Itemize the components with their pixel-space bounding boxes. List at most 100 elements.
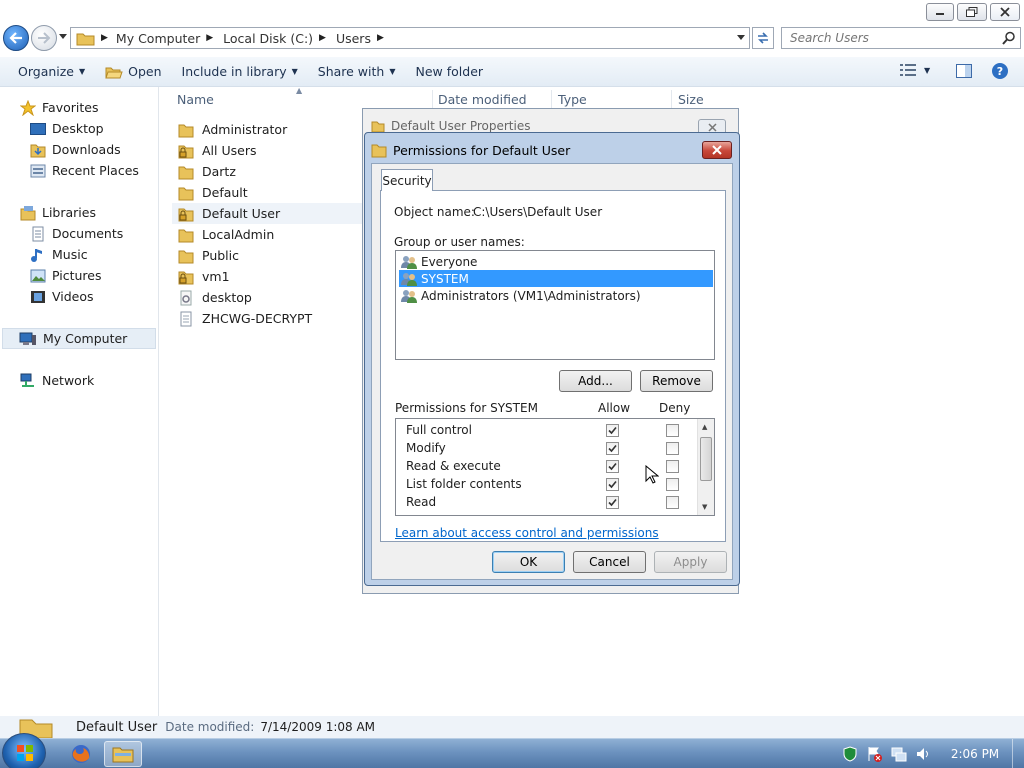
file-list-item[interactable]: vm1 (172, 266, 352, 287)
user-list-item[interactable]: SYSTEM (399, 270, 713, 287)
allow-checkbox[interactable] (606, 496, 619, 509)
desktop-icon (30, 122, 46, 135)
properties-dialog-title: Default User Properties (371, 119, 530, 133)
pictures-icon (30, 269, 46, 282)
column-divider[interactable] (432, 90, 433, 110)
change-view-button[interactable]: ▼ (900, 64, 930, 76)
libraries-icon (20, 205, 36, 220)
file-list-item[interactable]: ZHCWG-DECRYPT (172, 308, 352, 329)
help-button[interactable]: ? (991, 62, 1009, 80)
close-icon (1000, 7, 1010, 17)
search-input[interactable] (790, 31, 990, 45)
cancel-button[interactable]: Cancel (573, 551, 646, 573)
status-date-value: 7/14/2009 1:08 AM (260, 720, 376, 734)
nav-my-computer[interactable]: My Computer (2, 328, 156, 349)
nav-downloads[interactable]: Downloads (30, 139, 121, 160)
preview-pane-button[interactable] (956, 64, 972, 78)
nav-network[interactable]: Network (20, 370, 94, 391)
chevron-right-icon: ▶ (101, 33, 108, 43)
address-bar[interactable]: ▶ My Computer ▶ Local Disk (C:) ▶ Users ▶ (70, 27, 750, 49)
forward-arrow-icon (38, 32, 51, 44)
column-header-name[interactable]: Name (177, 92, 214, 110)
locked-folder-icon (178, 145, 194, 158)
minimize-button[interactable] (926, 3, 954, 21)
deny-checkbox[interactable] (666, 496, 679, 509)
tray-volume-icon[interactable] (915, 746, 931, 762)
allow-checkbox[interactable] (606, 478, 619, 491)
file-list-item[interactable]: desktop (172, 287, 352, 308)
deny-checkbox[interactable] (666, 460, 679, 473)
add-button[interactable]: Add... (559, 370, 632, 392)
file-list-item[interactable]: Administrator (172, 119, 352, 140)
open-button[interactable]: Open (95, 60, 171, 84)
file-list-item[interactable]: LocalAdmin (172, 224, 352, 245)
tray-action-center-icon[interactable] (866, 746, 882, 762)
share-with-button[interactable]: Share with ▼ (308, 60, 406, 84)
back-button[interactable] (3, 25, 29, 51)
breadcrumb-users[interactable]: Users ▶ (336, 31, 384, 46)
include-in-library-button[interactable]: Include in library ▼ (172, 60, 308, 84)
taskbar-clock[interactable]: 2:06 PM (940, 739, 1010, 768)
recent-pages-dropdown[interactable] (59, 34, 67, 40)
taskbar: 2:06 PM (0, 733, 1024, 768)
column-divider[interactable] (551, 90, 552, 110)
tab-security[interactable]: Security (381, 169, 433, 191)
allow-checkbox[interactable] (606, 424, 619, 437)
user-list-item[interactable]: Everyone (399, 253, 713, 270)
network-status-icon (891, 747, 907, 762)
learn-access-control-link[interactable]: Learn about access control and permissio… (395, 526, 659, 540)
nav-music[interactable]: Music (30, 244, 88, 265)
tray-network-icon[interactable] (891, 746, 907, 762)
locked-folder-icon (178, 271, 194, 284)
search-icon[interactable] (1002, 31, 1016, 45)
start-button[interactable] (2, 733, 46, 768)
nav-documents[interactable]: Documents (30, 223, 123, 244)
breadcrumb-local-disk[interactable]: Local Disk (C:) ▶ (223, 31, 326, 46)
nav-videos[interactable]: Videos (30, 286, 94, 307)
restore-button[interactable] (957, 3, 987, 21)
allow-checkbox[interactable] (606, 442, 619, 455)
file-name: All Users (202, 143, 257, 158)
remove-button[interactable]: Remove (640, 370, 713, 392)
file-list-item[interactable]: Public (172, 245, 352, 266)
permissions-list: ▲ ▼ Full control Modify Read & execute List… (395, 418, 715, 516)
organize-button[interactable]: Organize ▼ (8, 60, 95, 84)
apply-button[interactable]: Apply (654, 551, 727, 573)
nav-favorites[interactable]: Favorites (20, 97, 98, 118)
close-window-button[interactable] (990, 3, 1020, 21)
deny-checkbox[interactable] (666, 478, 679, 491)
ok-button[interactable]: OK (492, 551, 565, 573)
chevron-right-icon: ▶ (376, 33, 384, 43)
folder-icon (371, 144, 387, 158)
file-list-item[interactable]: Default User (172, 203, 362, 224)
nav-desktop[interactable]: Desktop (30, 118, 104, 139)
file-list-item[interactable]: Default (172, 182, 352, 203)
show-desktop-button[interactable] (1012, 739, 1024, 768)
file-list-item[interactable]: Dartz (172, 161, 352, 182)
deny-checkbox[interactable] (666, 424, 679, 437)
permissions-close-button[interactable] (702, 141, 732, 159)
status-item-name: Default User (76, 719, 158, 735)
nav-recent-places[interactable]: Recent Places (30, 160, 139, 181)
allow-checkbox[interactable] (606, 460, 619, 473)
new-folder-button[interactable]: New folder (406, 60, 494, 84)
deny-checkbox[interactable] (666, 442, 679, 455)
taskbar-firefox[interactable] (66, 741, 96, 767)
taskbar-explorer[interactable] (104, 741, 142, 767)
tray-security-icon[interactable] (842, 746, 858, 762)
breadcrumb-my-computer[interactable]: My Computer ▶ (116, 31, 213, 46)
search-box[interactable] (781, 27, 1021, 49)
nav-libraries[interactable]: Libraries (20, 202, 96, 223)
file-list-item[interactable]: All Users (172, 140, 352, 161)
user-list-item[interactable]: Administrators (VM1\Administrators) (399, 287, 713, 304)
chevron-right-icon: ▶ (206, 33, 214, 43)
music-icon (31, 248, 42, 262)
dialog-shadow-gap (740, 140, 750, 600)
refresh-button[interactable] (752, 27, 774, 49)
column-divider[interactable] (671, 90, 672, 110)
address-history-dropdown[interactable] (737, 35, 745, 41)
nav-pictures[interactable]: Pictures (30, 265, 102, 286)
folder-icon (371, 121, 385, 133)
chevron-down-icon: ▼ (79, 67, 86, 76)
forward-button[interactable] (31, 25, 57, 51)
